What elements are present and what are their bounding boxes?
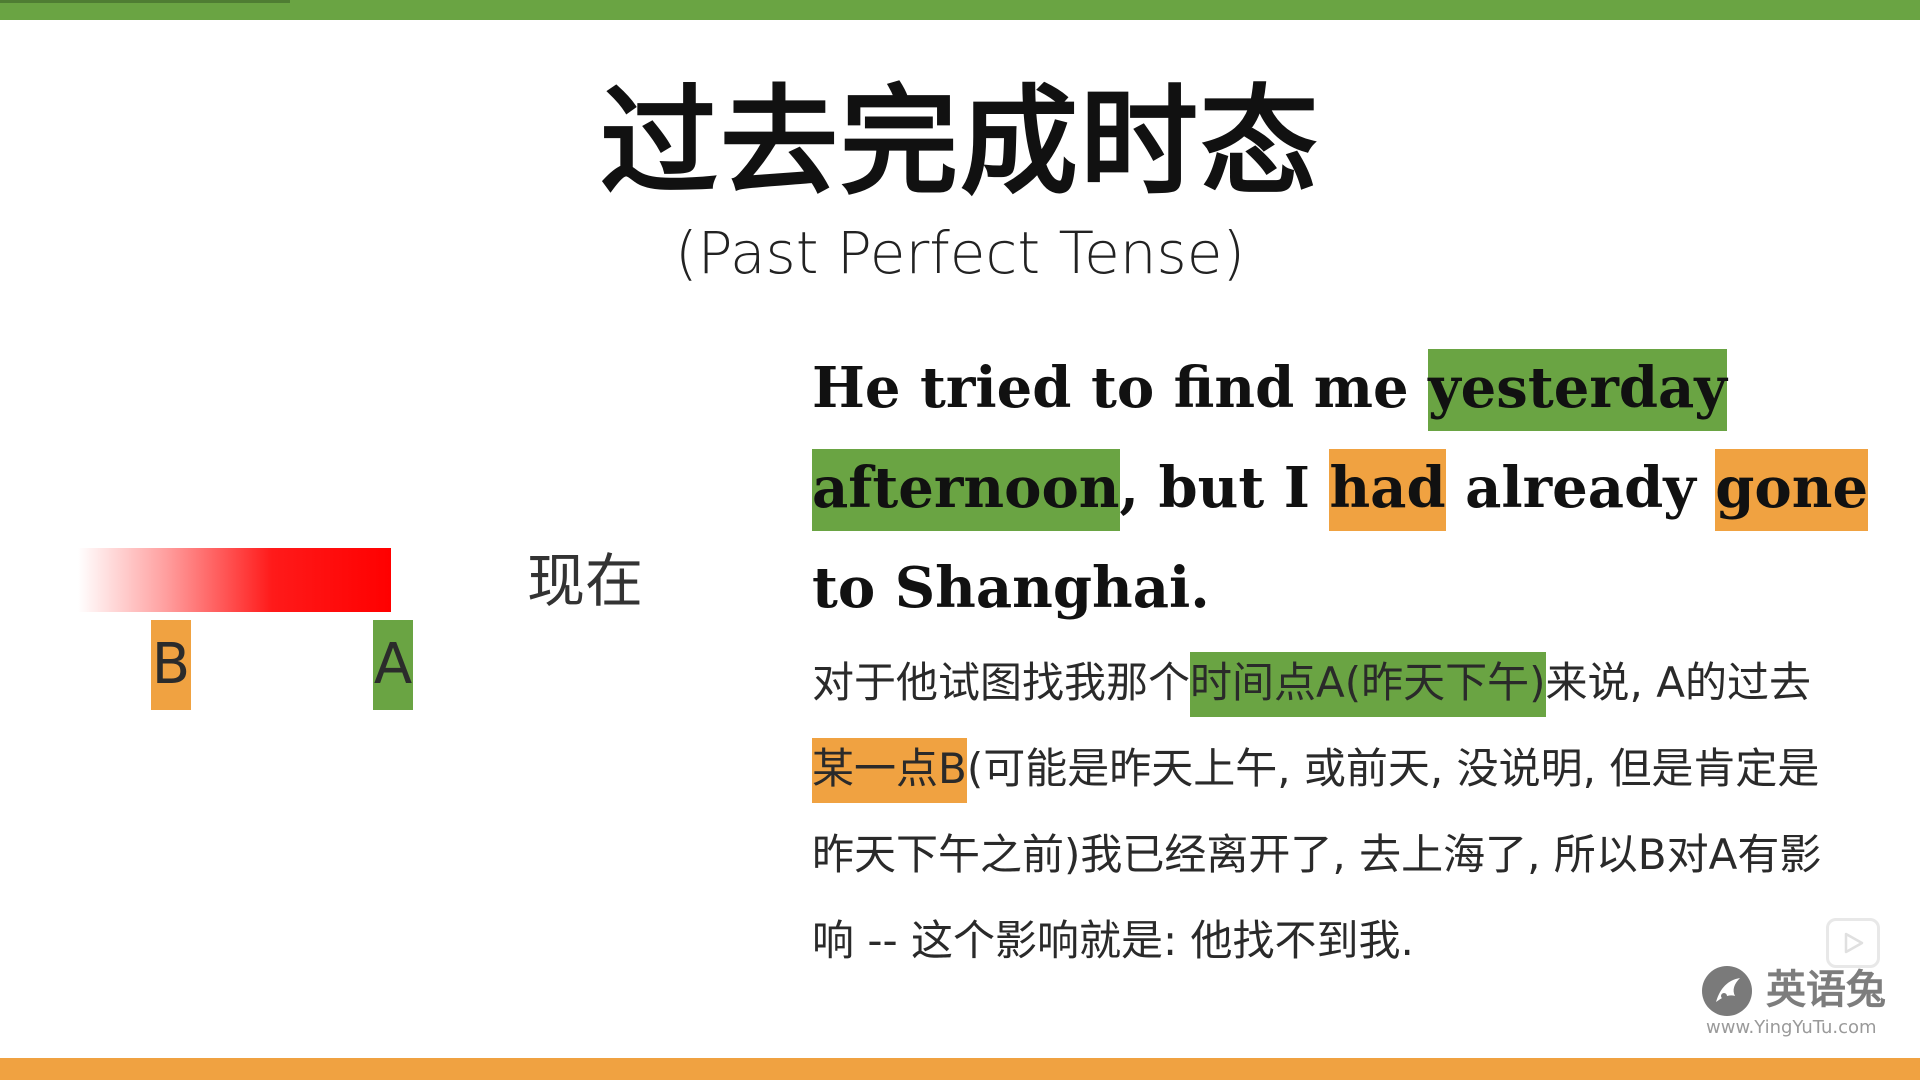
logo-rabbit-icon xyxy=(1702,966,1752,1016)
watermark-logo: 英语兔 www.YingYuTu.com xyxy=(1700,960,1900,1040)
explanation-segment: 对于他试图找我那个 xyxy=(812,658,1191,707)
top-accent-bar xyxy=(0,0,1920,20)
explanation-text: 对于他试图找我那个时间点A(昨天下午)来说, A的过去某一点B(可能是昨天上午,… xyxy=(812,640,1852,984)
sentence-text: He tried to find me xyxy=(812,355,1429,421)
logo-url: www.YingYuTu.com xyxy=(1706,1017,1877,1038)
page-title: 过去完成时态 xyxy=(599,72,1320,211)
example-sentence: He tried to find me yesterday afternoon,… xyxy=(812,338,1872,638)
play-triangle-icon xyxy=(1844,932,1864,954)
bottom-accent-bar xyxy=(0,1058,1920,1080)
highlight-gone: gone xyxy=(1715,449,1869,531)
timeline-bar xyxy=(78,548,391,612)
sentence-text: already xyxy=(1445,455,1716,521)
top-accent-bar-shade xyxy=(0,0,290,3)
marker-a: A xyxy=(373,620,413,710)
now-label: 现在 xyxy=(527,547,644,615)
logo-name: 英语兔 xyxy=(1766,966,1886,1013)
sentence-text: , but I xyxy=(1119,455,1330,521)
explanation-segment: 来说, A的过去 xyxy=(1545,658,1811,707)
highlight-time-point-a: 时间点A(昨天下午) xyxy=(1190,652,1546,717)
page-subtitle: (Past Perfect Tense) xyxy=(674,219,1246,287)
marker-b: B xyxy=(151,620,191,710)
sentence-text: to Shanghai. xyxy=(812,555,1210,621)
highlight-afternoon: afternoon xyxy=(812,449,1120,531)
highlight-had: had xyxy=(1329,449,1446,531)
highlight-yesterday: yesterday xyxy=(1428,349,1727,431)
highlight-point-b: 某一点B xyxy=(812,738,967,803)
